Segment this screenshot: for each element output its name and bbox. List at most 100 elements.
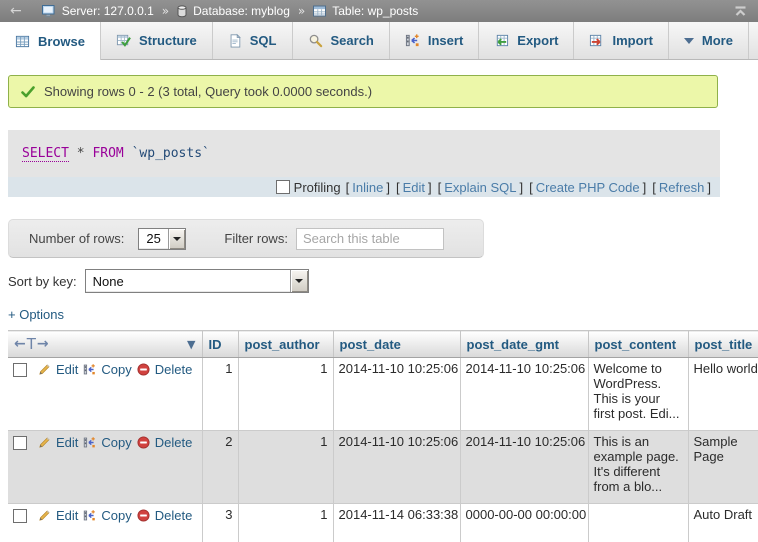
bracket: ]	[517, 180, 527, 195]
move-columns-right-icon[interactable]: →	[37, 336, 49, 352]
copy-link[interactable]: Copy	[101, 362, 131, 377]
bracket: ]	[704, 180, 714, 195]
insert-icon	[405, 33, 420, 48]
options-toggle[interactable]: + Options	[8, 307, 64, 322]
edit-link[interactable]: Edit	[56, 508, 78, 523]
header-options-caret-icon[interactable]: ▼	[187, 338, 195, 351]
breadcrumb-server[interactable]: Server: 127.0.0.1	[62, 4, 154, 18]
breadcrumb-table[interactable]: Table: wp_posts	[332, 4, 418, 18]
collapse-top-icon[interactable]	[733, 5, 748, 18]
cell-post-author: 1	[238, 504, 333, 542]
sql-link-refresh[interactable]: Refresh	[659, 180, 705, 195]
tab-search[interactable]: Search	[293, 22, 390, 59]
sql-link-inline[interactable]: Inline	[352, 180, 383, 195]
cell-id: 1	[202, 358, 238, 431]
sort-by-key-select[interactable]: None	[85, 269, 309, 293]
row-checkbox[interactable]	[13, 363, 27, 377]
tab-sql[interactable]: SQL	[213, 22, 293, 59]
bracket: ]	[383, 180, 393, 195]
delete-icon	[137, 509, 150, 522]
breadcrumb-bar: ← Server: 127.0.0.1 » Database: myblog »	[0, 0, 758, 22]
sql-keyword-select[interactable]: SELECT	[22, 146, 69, 162]
cell-post-author: 1	[238, 358, 333, 431]
toggle-columns-icon[interactable]: T	[27, 335, 36, 353]
tab-label: More	[702, 33, 733, 48]
nav-panel-toggle-icon[interactable]: ←	[10, 4, 22, 18]
cell-post-date-gmt: 2014-11-10 10:25:06	[460, 431, 588, 504]
bracket: [	[649, 180, 659, 195]
status-message-text: Showing rows 0 - 2 (3 total, Query took …	[44, 84, 372, 99]
cell-post-date: 2014-11-10 10:25:06	[333, 431, 460, 504]
tab-label: SQL	[250, 33, 277, 48]
copy-icon	[83, 436, 96, 449]
sql-link-create-php[interactable]: Create PHP Code	[536, 180, 640, 195]
tab-structure[interactable]: Structure	[101, 22, 213, 59]
cell-post-content	[588, 504, 688, 542]
select-arrow-icon	[168, 229, 186, 249]
copy-icon	[83, 509, 96, 522]
chevron-down-icon	[684, 38, 694, 44]
pencil-icon	[38, 509, 51, 522]
bracket: ]	[640, 180, 650, 195]
sql-star: *	[69, 146, 92, 161]
sql-link-explain[interactable]: Explain SQL	[444, 180, 516, 195]
results-table-wrap: ← T → ▼ ID post_author post_date post_da…	[8, 330, 758, 542]
copy-link[interactable]: Copy	[101, 435, 131, 450]
edit-link[interactable]: Edit	[56, 435, 78, 450]
delete-link[interactable]: Delete	[155, 435, 193, 450]
cell-id: 3	[202, 504, 238, 542]
sql-keyword-from: FROM	[92, 146, 123, 161]
tab-insert[interactable]: Insert	[390, 22, 479, 59]
tab-browse[interactable]: Browse	[0, 22, 101, 60]
breadcrumb-separator: »	[296, 4, 307, 18]
copy-icon	[83, 363, 96, 376]
column-header-post-date[interactable]: post_date	[333, 331, 460, 358]
cell-post-content: This is an example page. It's different …	[588, 431, 688, 504]
column-header-post-author[interactable]: post_author	[238, 331, 333, 358]
tab-label: Search	[331, 33, 374, 48]
bracket: [	[526, 180, 536, 195]
sql-tools-strip: Profiling [ Inline ] [ Edit ] [ Explain …	[8, 177, 720, 197]
column-header-id[interactable]: ID	[202, 331, 238, 358]
breadcrumb-separator: »	[160, 4, 171, 18]
search-icon	[308, 33, 323, 48]
bracket: [	[343, 180, 353, 195]
phpmyadmin-browse-page: ← Server: 127.0.0.1 » Database: myblog »	[0, 0, 758, 542]
number-of-rows-select[interactable]: 25	[138, 228, 186, 250]
delete-link[interactable]: Delete	[155, 508, 193, 523]
column-header-post-content[interactable]: post_content	[588, 331, 688, 358]
number-of-rows-label: Number of rows:	[29, 231, 124, 246]
row-checkbox[interactable]	[13, 436, 27, 450]
tab-import[interactable]: Import	[574, 22, 668, 59]
cell-post-title: Auto Draft	[688, 504, 758, 542]
copy-link[interactable]: Copy	[101, 508, 131, 523]
breadcrumb-database[interactable]: Database: myblog	[193, 4, 290, 18]
edit-link[interactable]: Edit	[56, 362, 78, 377]
rows-filter-bar: Number of rows: 25 Filter rows:	[8, 219, 484, 258]
cell-post-date: 2014-11-10 10:25:06	[333, 358, 460, 431]
export-icon	[494, 33, 509, 48]
cell-post-date: 2014-11-14 06:33:38	[333, 504, 460, 542]
sql-link-edit[interactable]: Edit	[403, 180, 425, 195]
tab-more[interactable]: More	[669, 22, 749, 59]
bracket: ]	[425, 180, 435, 195]
cell-post-date-gmt: 0000-00-00 00:00:00	[460, 504, 588, 542]
table-icon	[313, 5, 326, 17]
delete-link[interactable]: Delete	[155, 362, 193, 377]
move-columns-left-icon[interactable]: ←	[14, 336, 26, 352]
tab-label: Browse	[38, 34, 85, 49]
tab-bar: Browse Structure SQL	[0, 22, 758, 60]
table-row: Edit Cop	[8, 431, 758, 504]
tab-label: Export	[517, 33, 558, 48]
success-check-icon	[21, 86, 35, 98]
column-header-post-title[interactable]: post_title	[688, 331, 758, 358]
column-header-post-date-gmt[interactable]: post_date_gmt	[460, 331, 588, 358]
filter-rows-input[interactable]	[296, 228, 444, 250]
profiling-checkbox[interactable]	[276, 180, 290, 194]
cell-id: 2	[202, 431, 238, 504]
row-checkbox[interactable]	[13, 509, 27, 523]
tab-export[interactable]: Export	[479, 22, 574, 59]
tab-label: Structure	[139, 33, 197, 48]
pencil-icon	[38, 363, 51, 376]
browse-icon	[15, 34, 30, 49]
